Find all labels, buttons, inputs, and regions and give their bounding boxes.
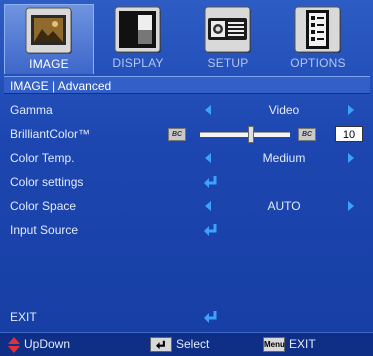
menu-row-color-space[interactable]: Color Space AUTO: [4, 194, 370, 218]
left-arrow-icon[interactable]: [205, 105, 211, 115]
breadcrumb: IMAGE | Advanced: [4, 76, 370, 94]
input-source-label: Input Source: [10, 223, 79, 237]
menu-row-brilliantcolor[interactable]: BrilliantColor™ BC BC 10: [4, 122, 370, 146]
right-arrow-icon[interactable]: [348, 201, 354, 211]
footer-updown-label: UpDown: [24, 337, 71, 351]
tab-setup-label: SETUP: [207, 56, 249, 70]
display-icon: [114, 6, 161, 53]
footer-select-label: Select: [176, 337, 210, 351]
tab-display-label: DISPLAY: [112, 56, 164, 70]
gamma-value: Video: [268, 103, 300, 117]
updown-arrows-icon: [8, 336, 20, 353]
enter-key-icon: [150, 337, 172, 353]
left-arrow-icon[interactable]: [205, 153, 211, 163]
enter-icon[interactable]: [203, 223, 219, 237]
brilliantcolor-label: BrilliantColor™: [10, 127, 91, 141]
brilliantcolor-min-icon: BC: [168, 128, 186, 141]
left-arrow-icon[interactable]: [205, 201, 211, 211]
tab-options-label: OPTIONS: [290, 56, 346, 70]
footer-exit-label: EXIT: [289, 337, 316, 351]
color-space-label: Color Space: [10, 199, 77, 213]
enter-icon[interactable]: [203, 310, 219, 324]
options-icon: [294, 6, 341, 53]
image-icon: [25, 7, 72, 54]
menu-row-gamma[interactable]: Gamma Video: [4, 98, 370, 122]
menu-key-icon: Menu: [263, 337, 285, 353]
footer-select: Select: [150, 333, 209, 356]
setup-icon: [204, 6, 251, 53]
tab-image[interactable]: IMAGE: [4, 4, 94, 74]
brilliantcolor-slider-track[interactable]: [200, 132, 290, 137]
footer-updown: UpDown: [8, 333, 70, 356]
menu-row-color-temp[interactable]: Color Temp. Medium: [4, 146, 370, 170]
menu-row-exit[interactable]: EXIT: [4, 305, 370, 329]
brilliantcolor-slider-thumb[interactable]: [247, 126, 254, 143]
enter-icon[interactable]: [203, 175, 219, 189]
tab-bar: IMAGE DISPLAY SETUP OPTIONS: [4, 4, 370, 74]
exit-label: EXIT: [10, 310, 37, 324]
tab-options[interactable]: OPTIONS: [274, 4, 362, 74]
menu-row-color-settings[interactable]: Color settings: [4, 170, 370, 194]
menu-row-input-source[interactable]: Input Source: [4, 218, 370, 242]
gamma-label: Gamma: [10, 103, 53, 117]
right-arrow-icon[interactable]: [348, 105, 354, 115]
right-arrow-icon[interactable]: [348, 153, 354, 163]
osd-menu: IMAGE DISPLAY SETUP OPTIONS IMAGE | Adva…: [0, 0, 373, 356]
brilliantcolor-value: 10: [335, 126, 363, 142]
footer-exit: Menu EXIT: [263, 333, 316, 356]
color-temp-value: Medium: [262, 151, 306, 165]
color-temp-label: Color Temp.: [10, 151, 75, 165]
tab-setup[interactable]: SETUP: [184, 4, 272, 74]
color-space-value: AUTO: [267, 199, 301, 213]
footer-help-bar: UpDown Select Menu EXIT: [0, 332, 373, 356]
tab-image-label: IMAGE: [29, 57, 69, 71]
brilliantcolor-max-icon: BC: [298, 128, 316, 141]
tab-display[interactable]: DISPLAY: [94, 4, 182, 74]
color-settings-label: Color settings: [10, 175, 84, 189]
